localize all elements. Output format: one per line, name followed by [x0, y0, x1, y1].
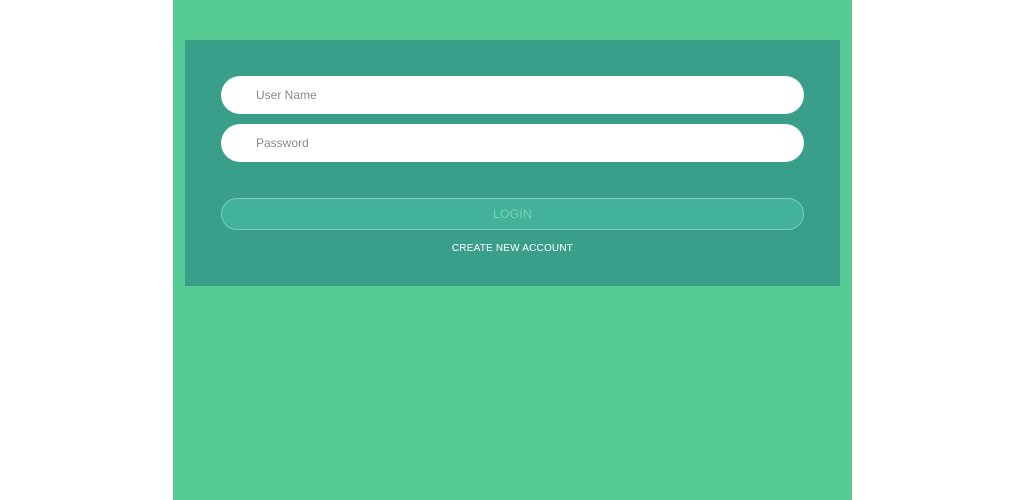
- login-card: LOGIN CREATE NEW ACCOUNT: [185, 40, 840, 286]
- login-button[interactable]: LOGIN: [221, 198, 804, 230]
- create-account-link[interactable]: CREATE NEW ACCOUNT: [185, 243, 840, 254]
- password-input[interactable]: [221, 124, 804, 162]
- password-field-wrapper: [221, 124, 804, 162]
- username-field-wrapper: [221, 76, 804, 114]
- page: LOGIN CREATE NEW ACCOUNT: [0, 0, 1024, 500]
- username-input[interactable]: [221, 76, 804, 114]
